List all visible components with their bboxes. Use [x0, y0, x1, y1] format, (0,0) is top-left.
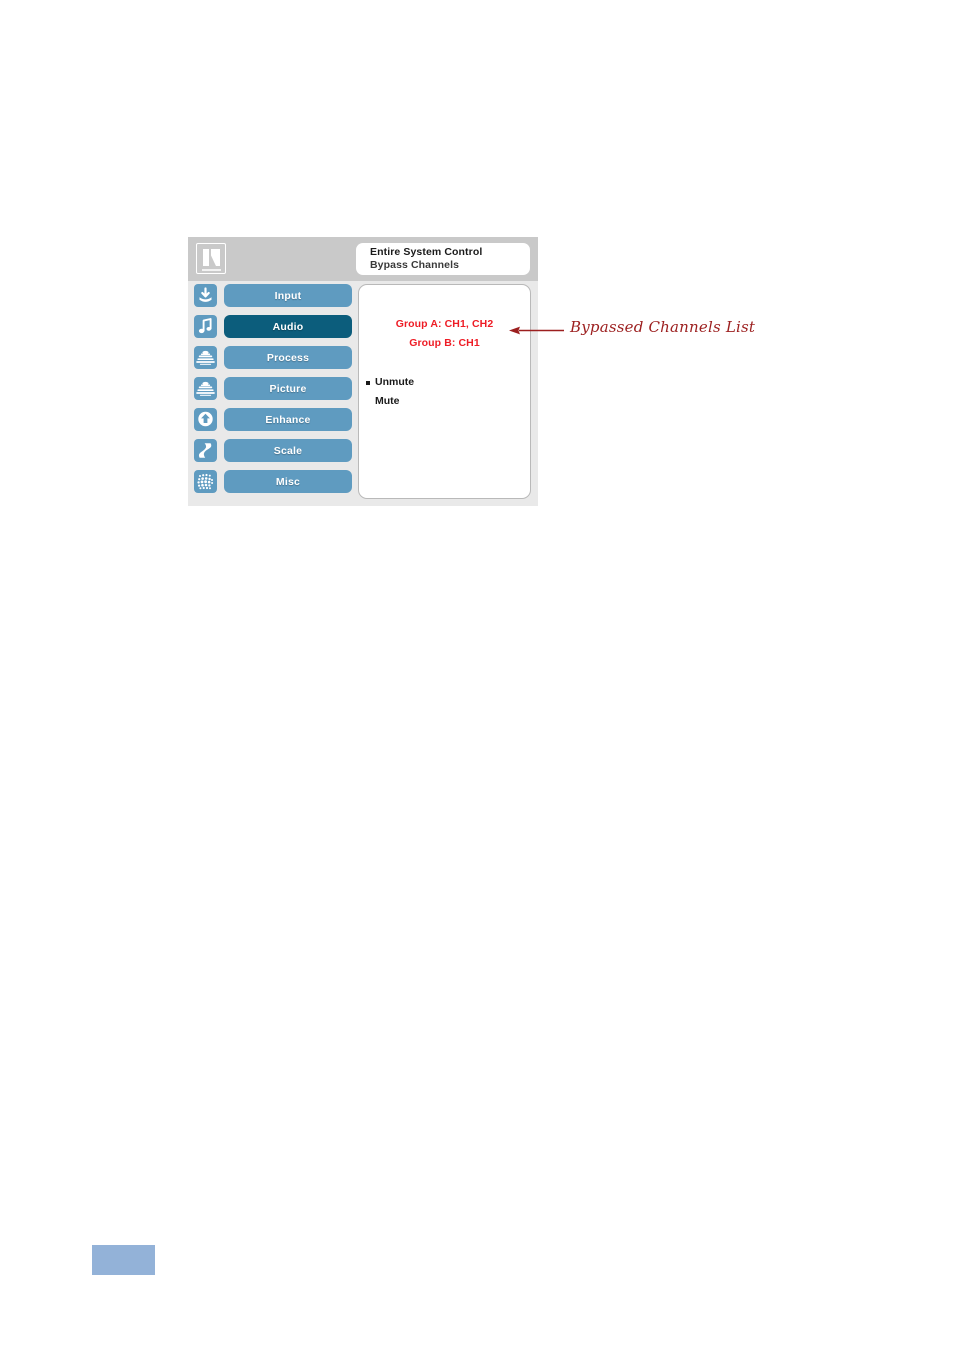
scale-diagonal-icon: [194, 439, 217, 462]
content-box: Group A: CH1, CH2 Group B: CH1 Unmute Mu…: [358, 284, 531, 499]
title-plate: Entire System Control Bypass Channels: [356, 243, 530, 275]
picture-layers-icon: [194, 377, 217, 400]
sidebar-label-audio: Audio: [224, 315, 352, 338]
page-title: Entire System Control: [370, 246, 483, 258]
sidebar-label-process: Process: [224, 346, 352, 369]
bypassed-channels-list: Group A: CH1, CH2 Group B: CH1: [359, 315, 530, 353]
page-number-marker: [92, 1245, 155, 1275]
annotation-callout: Bypassed Channels List: [508, 318, 758, 348]
sidebar-item-audio[interactable]: Audio: [194, 315, 352, 338]
logo-bar: [203, 249, 209, 266]
mute-option-unmute[interactable]: Unmute: [365, 373, 530, 392]
process-layers-icon: [194, 346, 217, 369]
bypass-group-b: Group B: CH1: [409, 337, 480, 349]
audio-note-icon: [194, 315, 217, 338]
input-download-icon: [194, 284, 217, 307]
sidebar-item-scale[interactable]: Scale: [194, 439, 352, 462]
page-subtitle: Bypass Channels: [370, 259, 460, 271]
device-control-panel: Entire System Control Bypass Channels In…: [188, 237, 538, 506]
bypass-group-a: Group A: CH1, CH2: [395, 318, 494, 330]
logo-wordmark: [202, 269, 221, 271]
sidebar-label-scale: Scale: [224, 439, 352, 462]
sidebar-item-enhance[interactable]: Enhance: [194, 408, 352, 431]
sidebar-item-misc[interactable]: Misc: [194, 470, 352, 493]
sidebar-label-input: Input: [224, 284, 352, 307]
annotation-label: Bypassed Channels List: [570, 318, 756, 336]
misc-grid-icon: [194, 470, 217, 493]
enhance-arrow-icon: [194, 408, 217, 431]
device-header: Entire System Control Bypass Channels: [188, 237, 538, 281]
mute-option-mute[interactable]: Mute: [365, 392, 530, 411]
sidebar-item-process[interactable]: Process: [194, 346, 352, 369]
left-arrow-icon: [509, 326, 564, 335]
mute-option-list: Unmute Mute: [359, 373, 530, 411]
logo-wedge: [211, 249, 220, 266]
sidebar-item-input[interactable]: Input: [194, 284, 352, 307]
sidebar-label-misc: Misc: [224, 470, 352, 493]
kramer-logo-icon: [196, 243, 226, 274]
sidebar-label-picture: Picture: [224, 377, 352, 400]
sidebar-label-enhance: Enhance: [224, 408, 352, 431]
sidebar-item-picture[interactable]: Picture: [194, 377, 352, 400]
sidebar-menu: Input Audio Process Picture Enhance Scal…: [194, 284, 352, 501]
